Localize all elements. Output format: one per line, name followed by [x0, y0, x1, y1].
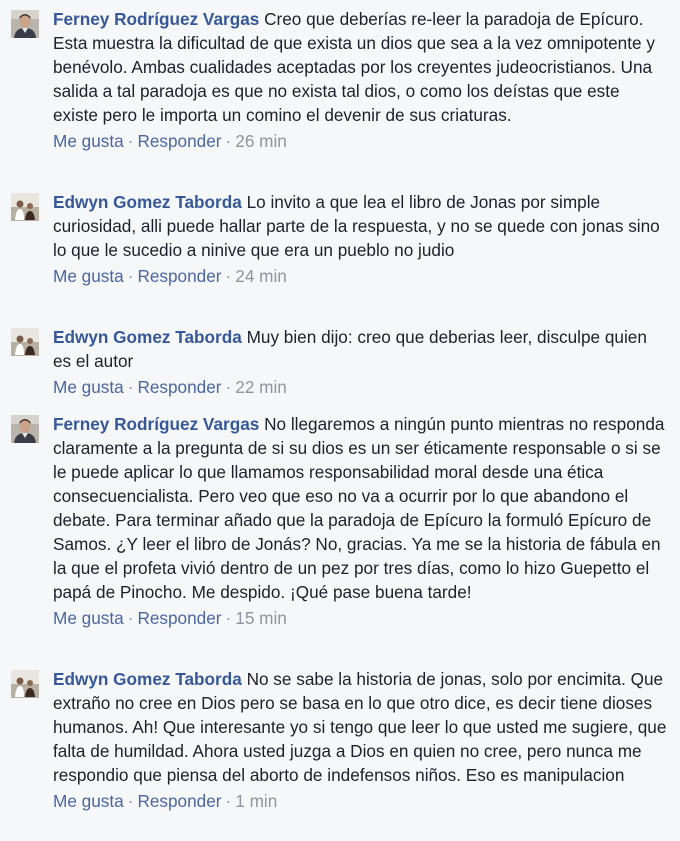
comment-author[interactable]: Ferney Rodríguez Vargas — [53, 9, 259, 29]
separator: · — [225, 791, 232, 811]
comment-author[interactable]: Edwyn Gomez Taborda — [53, 669, 242, 689]
avatar-icon — [11, 328, 39, 356]
avatar[interactable] — [11, 193, 39, 221]
like-link[interactable]: Me gusta — [53, 266, 124, 286]
reply-link[interactable]: Responder — [137, 266, 221, 286]
comment-text: No llegaremos a ningún punto mientras no… — [53, 414, 665, 602]
comment-content: Edwyn Gomez Taborda Muy bien dijo: creo … — [53, 325, 668, 373]
separator: · — [225, 608, 232, 628]
comment-body: Edwyn Gomez Taborda Muy bien dijo: creo … — [53, 325, 668, 399]
comment-content: Edwyn Gomez Taborda Lo invito a que lea … — [53, 190, 668, 262]
separator: · — [225, 377, 232, 397]
like-link[interactable]: Me gusta — [53, 608, 124, 628]
avatar-icon — [11, 10, 39, 38]
comment-author[interactable]: Edwyn Gomez Taborda — [53, 192, 242, 212]
avatar-icon — [11, 193, 39, 221]
comment-author[interactable]: Ferney Rodríguez Vargas — [53, 414, 259, 434]
avatar[interactable] — [11, 415, 39, 443]
avatar-icon — [11, 670, 39, 698]
comment-body: Ferney Rodríguez Vargas Creo que debería… — [53, 7, 668, 153]
comment-actions: Me gusta · Responder · 22 min — [53, 375, 668, 399]
comment-actions: Me gusta · Responder · 1 min — [53, 789, 668, 813]
comment-actions: Me gusta · Responder · 15 min — [53, 606, 668, 630]
comment-actions: Me gusta · Responder · 26 min — [53, 129, 668, 153]
avatar[interactable] — [11, 670, 39, 698]
comment-content: Ferney Rodríguez Vargas No llegaremos a … — [53, 412, 668, 604]
separator: · — [127, 266, 134, 286]
reply-link[interactable]: Responder — [137, 131, 221, 151]
timestamp[interactable]: 24 min — [235, 266, 287, 286]
comment-author[interactable]: Edwyn Gomez Taborda — [53, 327, 242, 347]
comment-content: Ferney Rodríguez Vargas Creo que debería… — [53, 7, 668, 127]
separator: · — [127, 131, 134, 151]
reply-link[interactable]: Responder — [137, 377, 221, 397]
reply-link[interactable]: Responder — [137, 791, 221, 811]
separator: · — [225, 266, 232, 286]
timestamp[interactable]: 22 min — [235, 377, 287, 397]
like-link[interactable]: Me gusta — [53, 377, 124, 397]
comment-actions: Me gusta · Responder · 24 min — [53, 264, 668, 288]
comment-content: Edwyn Gomez Taborda No se sabe la histor… — [53, 667, 668, 787]
comment-body: Edwyn Gomez Taborda No se sabe la histor… — [53, 667, 668, 813]
timestamp[interactable]: 15 min — [235, 608, 287, 628]
like-link[interactable]: Me gusta — [53, 131, 124, 151]
avatar-icon — [11, 415, 39, 443]
avatar[interactable] — [11, 328, 39, 356]
separator: · — [127, 608, 134, 628]
comment-body: Edwyn Gomez Taborda Lo invito a que lea … — [53, 190, 668, 288]
timestamp[interactable]: 1 min — [235, 791, 277, 811]
separator: · — [127, 377, 134, 397]
separator: · — [225, 131, 232, 151]
timestamp[interactable]: 26 min — [235, 131, 287, 151]
separator: · — [127, 791, 134, 811]
reply-link[interactable]: Responder — [137, 608, 221, 628]
like-link[interactable]: Me gusta — [53, 791, 124, 811]
avatar[interactable] — [11, 10, 39, 38]
comment-body: Ferney Rodríguez Vargas No llegaremos a … — [53, 412, 668, 630]
